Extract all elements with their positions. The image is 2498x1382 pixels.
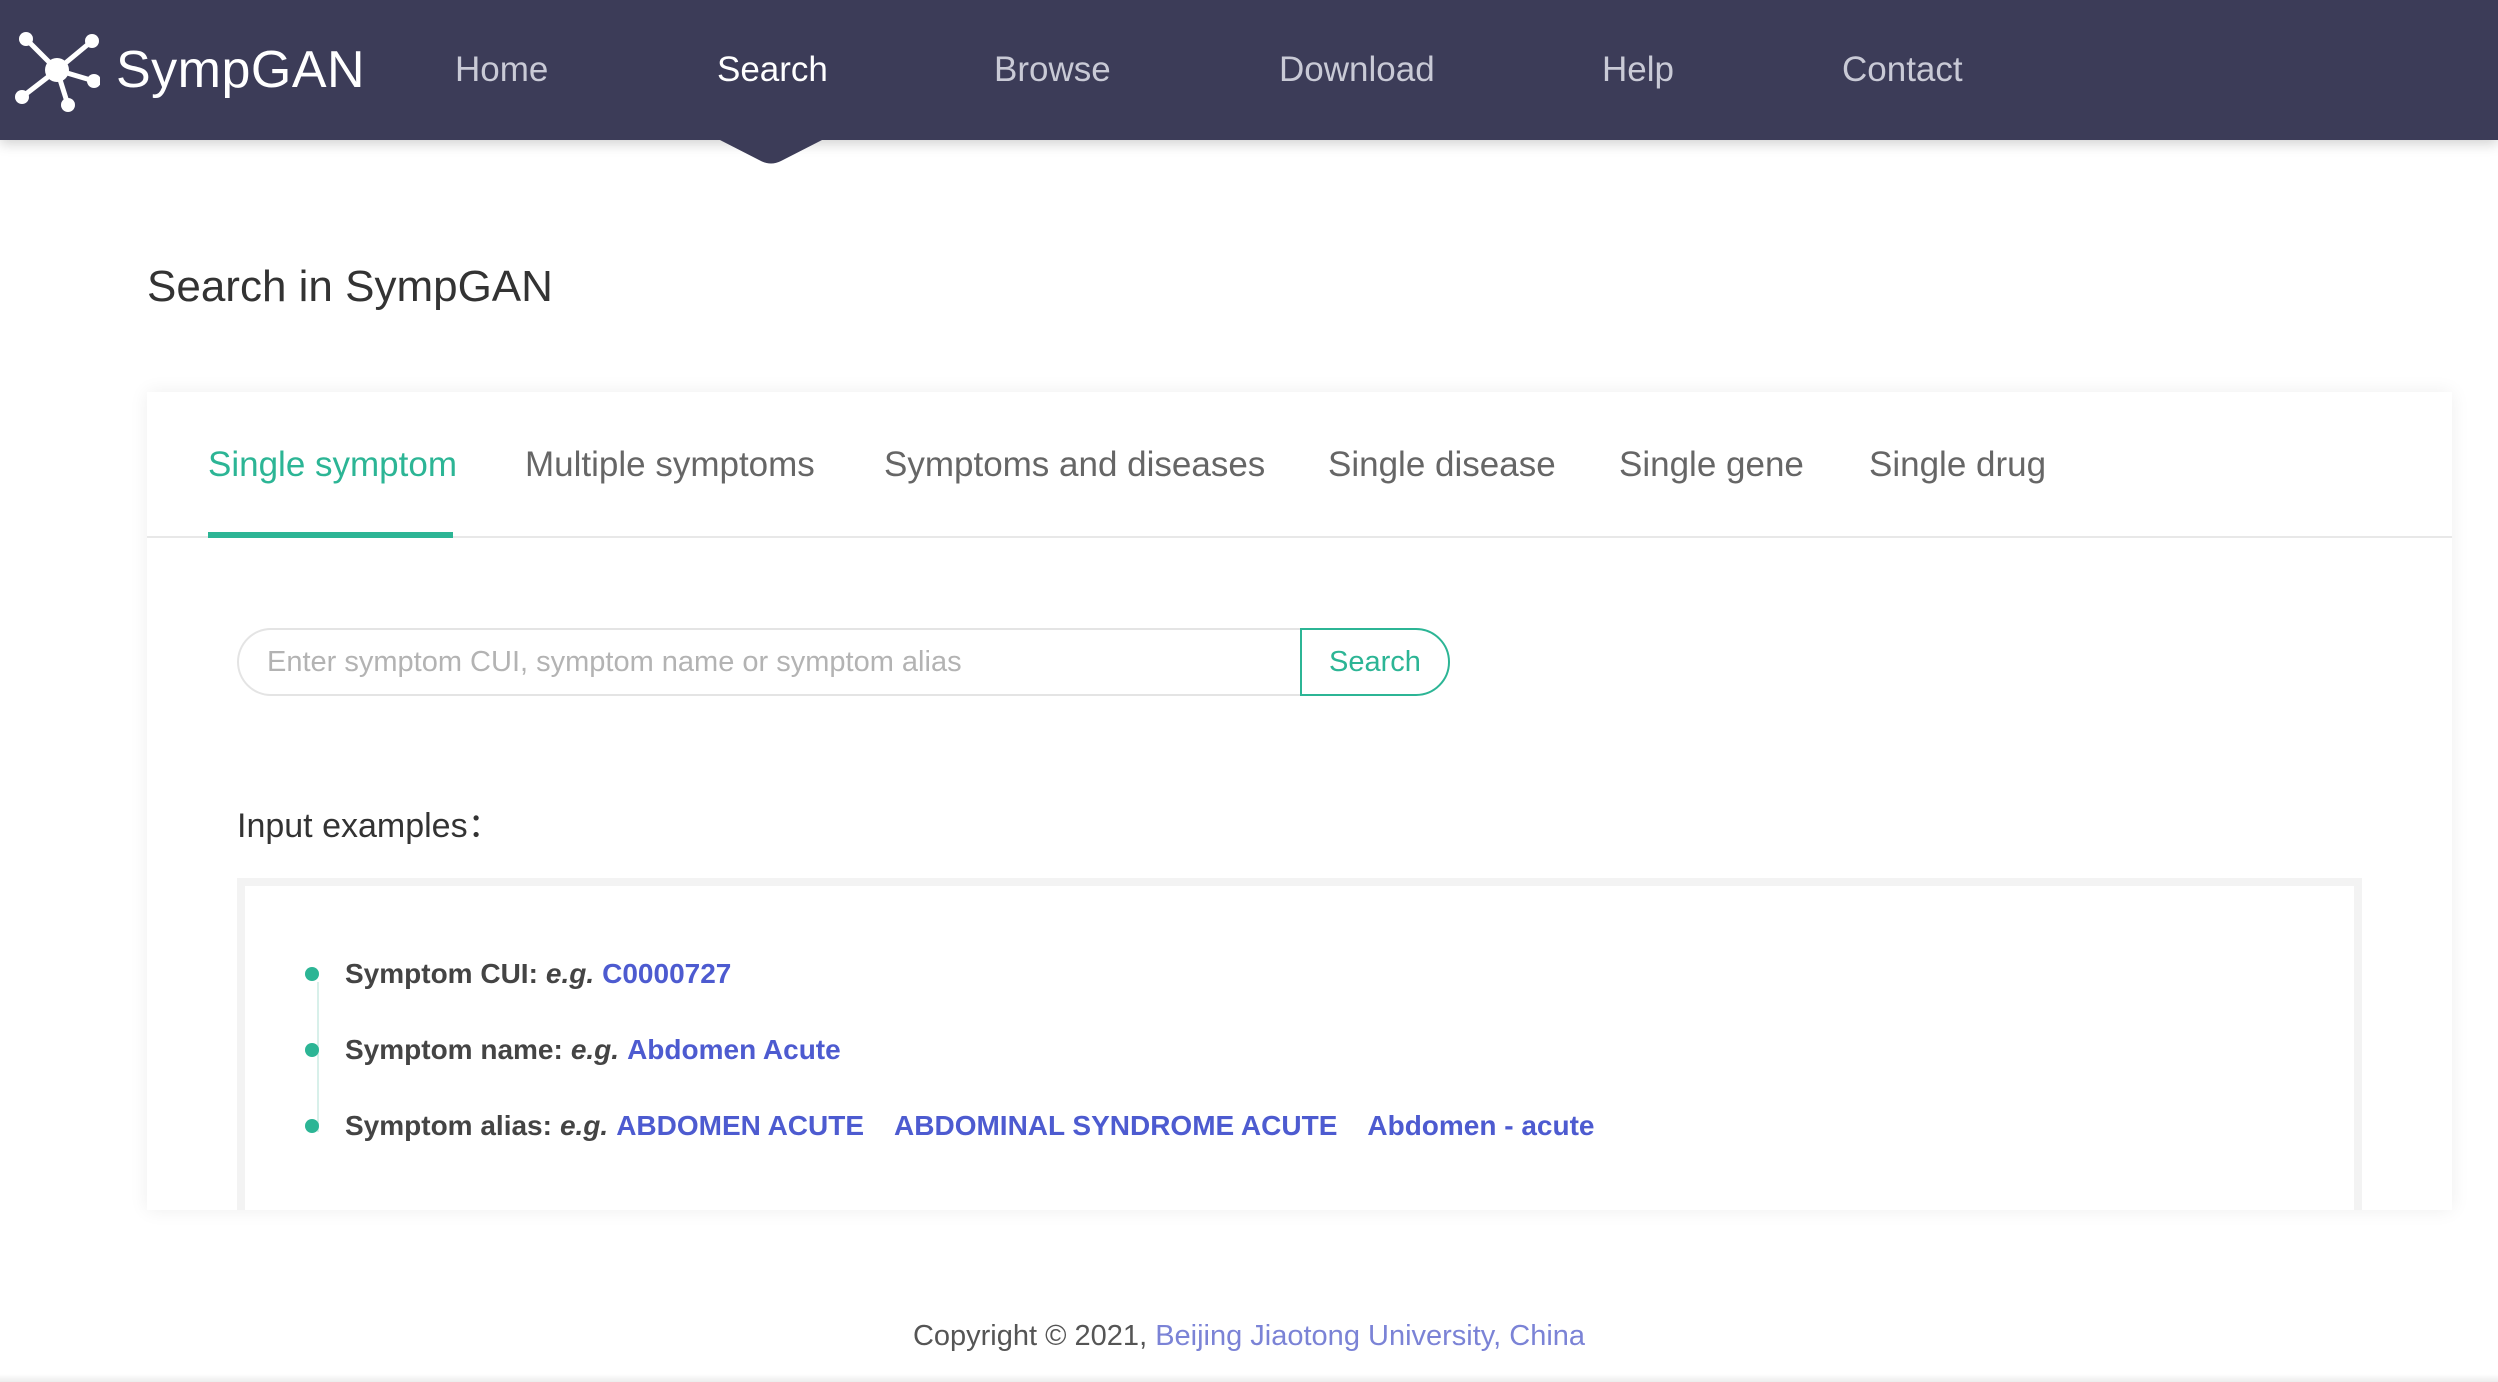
example-eg: e.g. bbox=[570, 1034, 620, 1065]
top-navbar: SympGAN Home Search Browse Download Help… bbox=[0, 0, 2498, 140]
timeline-dot-icon bbox=[305, 1043, 319, 1057]
example-label: Symptom alias: bbox=[345, 1110, 552, 1141]
tab-multiple-symptoms[interactable]: Multiple symptoms bbox=[525, 392, 815, 538]
university-link[interactable]: Beijing Jiaotong University, China bbox=[1155, 1320, 1585, 1352]
network-logo-icon bbox=[15, 32, 100, 112]
example-link[interactable]: Abdomen Acute bbox=[627, 1034, 841, 1066]
nav-browse[interactable]: Browse bbox=[994, 0, 1111, 140]
search-tabs: Single symptom Multiple symptoms Symptom… bbox=[147, 392, 2452, 538]
brand-name: SympGAN bbox=[116, 41, 366, 99]
tab-single-disease[interactable]: Single disease bbox=[1328, 392, 1556, 538]
input-examples-box: Symptom CUI: e.g. C0000727 Symptom name:… bbox=[237, 878, 2362, 1210]
page-title: Search in SympGAN bbox=[147, 262, 553, 311]
example-link[interactable]: C0000727 bbox=[602, 958, 731, 990]
example-link[interactable]: ABDOMEN ACUTE bbox=[616, 1110, 864, 1142]
example-eg: e.g. bbox=[545, 958, 595, 989]
nav-help[interactable]: Help bbox=[1602, 0, 1674, 140]
example-label: Symptom CUI: bbox=[345, 958, 538, 989]
nav-home[interactable]: Home bbox=[455, 0, 548, 140]
search-card: Single symptom Multiple symptoms Symptom… bbox=[147, 392, 2452, 1210]
example-label: Symptom name: bbox=[345, 1034, 563, 1065]
nav-download[interactable]: Download bbox=[1279, 0, 1435, 140]
tab-symptoms-and-diseases[interactable]: Symptoms and diseases bbox=[884, 392, 1265, 538]
tab-single-gene[interactable]: Single gene bbox=[1619, 392, 1804, 538]
tab-single-symptom[interactable]: Single symptom bbox=[208, 392, 457, 538]
active-tab-underline bbox=[208, 532, 453, 538]
example-eg: e.g. bbox=[559, 1110, 609, 1141]
footer: Copyright © 2021, Beijing Jiaotong Unive… bbox=[0, 1320, 2498, 1353]
search-button[interactable]: Search bbox=[1300, 628, 1450, 696]
tab-single-drug[interactable]: Single drug bbox=[1869, 392, 2046, 538]
active-nav-pointer bbox=[718, 139, 824, 164]
example-symptom-cui: Symptom CUI: e.g. C0000727 bbox=[305, 958, 761, 990]
example-symptom-alias: Symptom alias: e.g. ABDOMEN ACUTE ABDOMI… bbox=[305, 1110, 1625, 1142]
example-link[interactable]: ABDOMINAL SYNDROME ACUTE bbox=[894, 1110, 1337, 1142]
example-symptom-name: Symptom name: e.g. Abdomen Acute bbox=[305, 1034, 871, 1066]
nav-search[interactable]: Search bbox=[717, 0, 828, 140]
nav-contact[interactable]: Contact bbox=[1842, 0, 1963, 140]
timeline-dot-icon bbox=[305, 967, 319, 981]
brand[interactable]: SympGAN bbox=[14, 26, 365, 114]
copyright-text: Copyright © 2021, bbox=[912, 1320, 1156, 1352]
input-examples-title: Input examples： bbox=[237, 807, 502, 845]
example-link[interactable]: Abdomen - acute bbox=[1367, 1110, 1594, 1142]
search-input[interactable] bbox=[237, 628, 1303, 696]
timeline-dot-icon bbox=[305, 1119, 319, 1133]
bottom-shadow bbox=[0, 1374, 2498, 1382]
